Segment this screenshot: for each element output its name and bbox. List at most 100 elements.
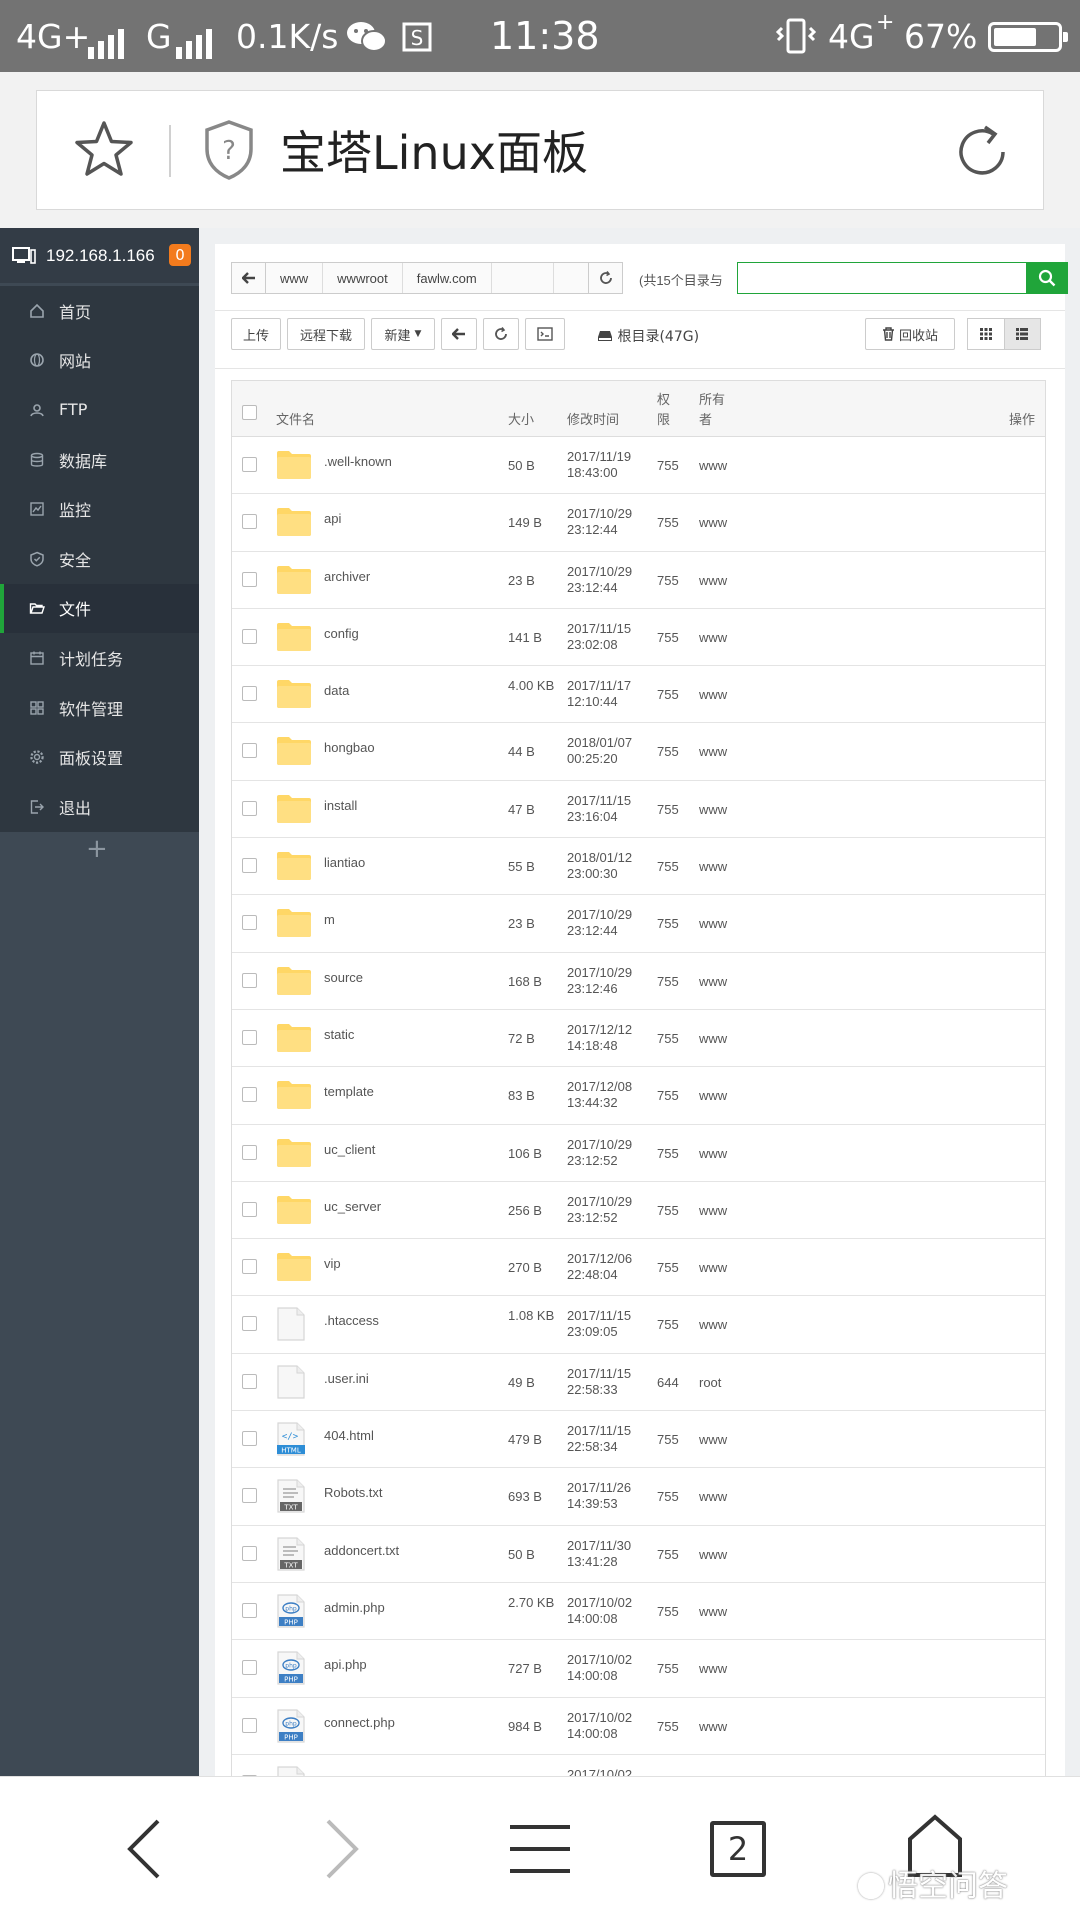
row-checkbox[interactable] (242, 1259, 257, 1275)
back-icon[interactable] (126, 1817, 162, 1881)
row-checkbox[interactable] (242, 571, 257, 587)
table-row[interactable]: </> HTML 404.html 479 B 2017/11/15 22:58:34 75… (232, 1411, 1045, 1469)
sidebar-item-3[interactable]: 数据库 (0, 435, 199, 485)
file-permission[interactable]: 755 (657, 1432, 679, 1447)
table-row[interactable]: uc_client 106 B 2017/10/29 23:12:52 755 www (232, 1125, 1045, 1182)
table-row[interactable]: uc_server 256 B 2017/10/29 23:12:52 755 www (232, 1182, 1045, 1240)
sidebar-item-5[interactable]: 安全 (0, 534, 199, 584)
file-permission[interactable]: 755 (657, 1260, 679, 1275)
row-checkbox[interactable] (242, 915, 257, 931)
file-name-link[interactable]: 404.html (324, 1428, 374, 1443)
reload-icon[interactable] (951, 121, 1013, 183)
select-all-checkbox[interactable] (242, 405, 257, 420)
table-row[interactable]: liantiao 55 B 2018/01/12 23:00:30 755 www (232, 838, 1045, 896)
file-name-link[interactable]: api.php (324, 1657, 367, 1672)
row-checkbox[interactable] (242, 1488, 257, 1504)
table-row[interactable]: php PHP connect.php 984 B 2017/10/02 14:00:08… (232, 1698, 1045, 1755)
file-permission[interactable]: 755 (657, 1031, 679, 1046)
file-permission[interactable]: 755 (657, 630, 679, 645)
tabs-button[interactable]: 2 (710, 1821, 766, 1877)
file-permission[interactable]: 755 (657, 1317, 679, 1332)
file-name-link[interactable]: config (324, 626, 359, 641)
list-view-button[interactable] (1003, 319, 1040, 349)
server-header[interactable]: 192.168.1.166 0 (0, 228, 199, 283)
file-permission[interactable]: 755 (657, 974, 679, 989)
table-row[interactable]: static 72 B 2017/12/12 14:18:48 755 www (232, 1010, 1045, 1068)
col-header-size[interactable]: 大小 (508, 409, 534, 428)
path-back-button[interactable] (232, 263, 266, 293)
path-refresh-button[interactable] (588, 263, 622, 293)
grid-view-button[interactable] (968, 319, 1004, 349)
row-checkbox[interactable] (242, 1144, 257, 1160)
table-row[interactable]: php PHP admin.php 2.70 KB 2017/10/02 14:00:08… (232, 1583, 1045, 1641)
search-button[interactable] (1026, 262, 1068, 294)
file-name-link[interactable]: addoncert.txt (324, 1543, 399, 1558)
file-permission[interactable]: 755 (657, 1489, 679, 1504)
file-name-link[interactable]: archiver (324, 569, 370, 584)
table-row[interactable]: .htaccess 1.08 KB 2017/11/15 23:09:05 755 www (232, 1296, 1045, 1354)
file-name-link[interactable]: liantiao (324, 855, 365, 870)
table-row[interactable]: TXT Robots.txt 693 B 2017/11/26 14:39:53 755 w… (232, 1468, 1045, 1526)
table-row[interactable]: vip 270 B 2017/12/06 22:48:04 755 www (232, 1239, 1045, 1297)
file-name-link[interactable]: template (324, 1084, 374, 1099)
shield-question-icon[interactable]: ? (203, 119, 255, 181)
row-checkbox[interactable] (242, 1545, 257, 1561)
table-row[interactable]: .well-known 50 B 2017/11/19 18:43:00 755 www (232, 437, 1045, 495)
star-icon[interactable] (73, 119, 135, 181)
file-permission[interactable]: 755 (657, 573, 679, 588)
row-checkbox[interactable] (242, 1316, 257, 1332)
row-checkbox[interactable] (242, 1431, 257, 1447)
table-row[interactable]: archiver 23 B 2017/10/29 23:12:44 755 www (232, 552, 1045, 609)
breadcrumb-item-wwwroot[interactable]: wwwroot (323, 263, 403, 293)
notification-badge[interactable]: 0 (169, 244, 191, 266)
refresh-button[interactable] (483, 318, 519, 350)
recycle-bin-button[interactable]: 回收站 (865, 318, 955, 350)
row-checkbox[interactable] (242, 1717, 257, 1733)
table-row[interactable]: config 141 B 2017/11/15 23:02:08 755 www (232, 609, 1045, 667)
upload-button[interactable]: 上传 (231, 318, 281, 350)
file-name-link[interactable]: data (324, 683, 349, 698)
table-row[interactable]: .user.ini 49 B 2017/11/15 22:58:33 644 root (232, 1354, 1045, 1412)
file-permission[interactable]: 755 (657, 458, 679, 473)
row-checkbox[interactable] (242, 972, 257, 988)
file-permission[interactable]: 755 (657, 1661, 679, 1676)
back-button[interactable] (441, 318, 477, 350)
sidebar-item-9[interactable]: 面板设置 (0, 732, 199, 782)
table-row[interactable]: m 23 B 2017/10/29 23:12:44 755 www (232, 895, 1045, 953)
table-row[interactable]: data 4.00 KB 2017/11/17 12:10:44 755 www (232, 666, 1045, 724)
file-permission[interactable]: 755 (657, 687, 679, 702)
row-checkbox[interactable] (242, 1029, 257, 1045)
file-name-link[interactable]: Robots.txt (324, 1485, 383, 1500)
root-disk-info[interactable]: 根目录(47G) (597, 326, 699, 346)
file-permission[interactable]: 755 (657, 802, 679, 817)
col-header-name[interactable]: 文件名 (276, 409, 315, 428)
breadcrumb-empty[interactable] (492, 263, 554, 293)
add-menu-button[interactable]: + (86, 834, 108, 864)
remote-download-button[interactable]: 远程下载 (287, 318, 365, 350)
table-row[interactable]: api 149 B 2017/10/29 23:12:44 755 www (232, 494, 1045, 552)
file-name-link[interactable]: m (324, 912, 335, 927)
file-permission[interactable]: 644 (657, 1375, 679, 1390)
forward-icon[interactable] (324, 1817, 360, 1881)
file-name-link[interactable]: hongbao (324, 740, 375, 755)
row-checkbox[interactable] (242, 858, 257, 874)
file-permission[interactable]: 755 (657, 1547, 679, 1562)
row-checkbox[interactable] (242, 686, 257, 702)
sidebar-item-7[interactable]: 计划任务 (0, 633, 199, 683)
file-name-link[interactable]: install (324, 798, 357, 813)
sidebar-item-6[interactable]: 文件 (0, 583, 199, 634)
sidebar-item-1[interactable]: 网站 (0, 336, 199, 386)
file-permission[interactable]: 755 (657, 1146, 679, 1161)
sidebar-item-0[interactable]: 首页 (0, 286, 199, 336)
row-checkbox[interactable] (242, 1660, 257, 1676)
table-row[interactable]: source 168 B 2017/10/29 23:12:46 755 www (232, 953, 1045, 1010)
file-permission[interactable]: 755 (657, 859, 679, 874)
new-dropdown-button[interactable]: 新建 ▼ (371, 318, 435, 350)
row-checkbox[interactable] (242, 457, 257, 472)
row-checkbox[interactable] (242, 628, 257, 644)
row-checkbox[interactable] (242, 743, 257, 759)
table-row[interactable]: TXT addoncert.txt 50 B 2017/11/30 13:41:28 75… (232, 1526, 1045, 1583)
col-header-mtime[interactable]: 修改时间 (567, 409, 619, 428)
file-name-link[interactable]: uc_client (324, 1142, 375, 1157)
table-row[interactable]: php PHP api.php 727 B 2017/10/02 14:00:08 755 w… (232, 1640, 1045, 1698)
